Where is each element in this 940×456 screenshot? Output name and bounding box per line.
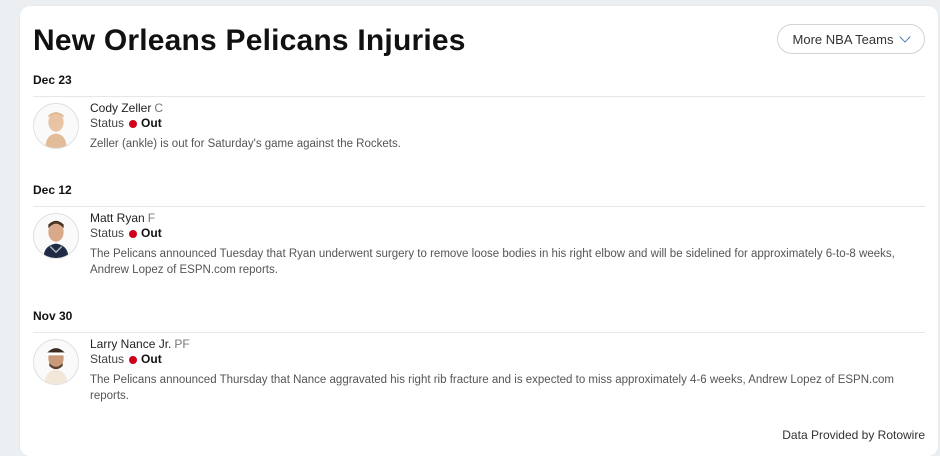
injury-report-card: New Orleans Pelicans Injuries More NBA T…	[20, 6, 938, 456]
status-value: Out	[141, 116, 162, 130]
player-position: C	[154, 101, 164, 115]
more-nba-teams-button[interactable]: More NBA Teams	[777, 24, 925, 54]
player-entry: Larry Nance Jr. PF Status Out The Pelicans…	[33, 337, 925, 404]
status-label: Status	[90, 352, 125, 366]
player-name[interactable]: Matt Ryan	[90, 211, 145, 225]
injury-note: Zeller (ankle) is out for Saturday's gam…	[90, 138, 401, 150]
injury-group: Dec 23 Cody Zeller C Status Out Zeller (an…	[33, 73, 925, 152]
injury-group: Nov 30 Larry Nance Jr. PF Status Out The P…	[33, 309, 925, 404]
player-position: PF	[174, 337, 190, 351]
player-entry: Matt Ryan F Status Out The Pelicans announ…	[33, 211, 925, 278]
page-title: New Orleans Pelicans Injuries	[33, 24, 466, 57]
player-avatar	[33, 103, 79, 149]
player-name[interactable]: Larry Nance Jr.	[90, 337, 171, 351]
data-credit: Data Provided by Rotowire	[782, 428, 925, 442]
status-dot-icon	[129, 119, 138, 128]
injury-group: Dec 12 Matt Ryan F Status Out The Pelicans…	[33, 183, 925, 278]
status-dot-icon	[129, 229, 138, 238]
status-value: Out	[141, 352, 162, 366]
chevron-down-icon	[899, 31, 912, 43]
more-nba-teams-label: More NBA Teams	[792, 31, 894, 47]
player-name[interactable]: Cody Zeller	[90, 101, 151, 115]
injury-date: Dec 12	[33, 183, 72, 197]
injury-note: The Pelicans announced Tuesday that Ryan…	[90, 248, 895, 276]
divider	[33, 332, 925, 333]
player-entry: Cody Zeller C Status Out Zeller (ankle) is…	[33, 101, 925, 152]
status-value: Out	[141, 226, 162, 240]
status-label: Status	[90, 116, 125, 130]
status-dot-icon	[129, 355, 138, 364]
injury-date: Dec 23	[33, 73, 72, 87]
divider	[33, 96, 925, 97]
player-position: F	[147, 211, 156, 225]
status-label: Status	[90, 226, 125, 240]
player-avatar	[33, 339, 79, 385]
divider	[33, 206, 925, 207]
injury-date: Nov 30	[33, 309, 73, 323]
injury-note: The Pelicans announced Thursday that Nan…	[90, 374, 894, 402]
player-avatar	[33, 213, 79, 259]
